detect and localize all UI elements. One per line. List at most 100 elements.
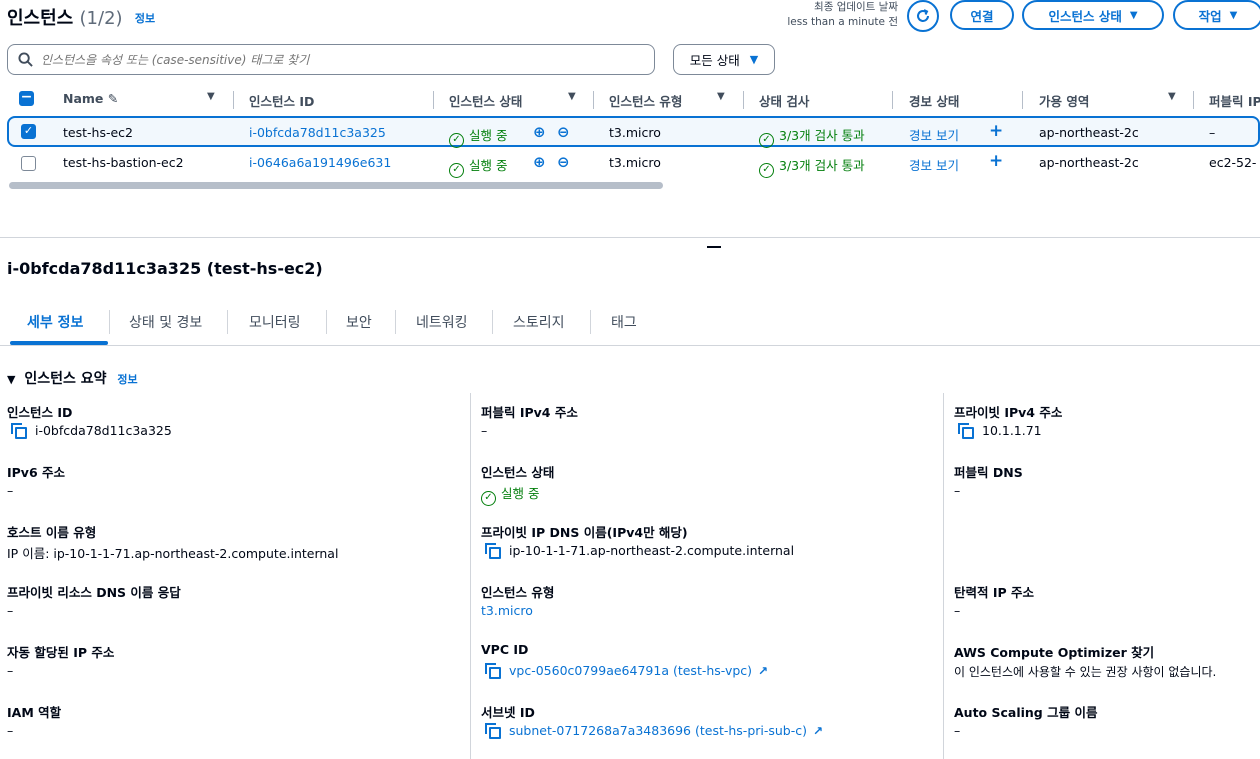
field-label: 프라이빗 IP DNS 이름(IPv4만 해당) [481, 525, 688, 540]
select-all-checkbox[interactable]: − [19, 90, 34, 106]
instance-id-link[interactable]: i-0bfcda78d11c3a325 [249, 125, 386, 140]
horizontal-scrollbar[interactable] [9, 182, 663, 189]
view-alarms-link[interactable]: 경보 보기 [909, 125, 959, 144]
external-link-icon: ↗ [813, 724, 824, 738]
field-value: ip-10-1-1-71.ap-northeast-2.compute.inte… [485, 543, 794, 559]
search-icon [18, 52, 33, 67]
column-header-name[interactable]: Name ✎ [63, 91, 118, 106]
field-label: Auto Scaling 그룹 이름 [954, 705, 1098, 720]
instance-state: ✓ 실행 중 [449, 155, 507, 178]
column-header-public-ipv4[interactable]: 퍼블릭 IPv4 [1209, 91, 1260, 110]
table-header: − Name ✎ ▼ 인스턴스 ID 인스턴스 상태 ▼ 인스턴스 유형 ▼ 상… [0, 84, 1260, 114]
info-link[interactable]: 정보 [117, 373, 137, 386]
column-header-alarm-status[interactable]: 경보 상태 [909, 91, 959, 110]
column-header-instance-state[interactable]: 인스턴스 상태 [449, 91, 522, 110]
field-label: 인스턴스 유형 [481, 585, 555, 600]
row-checkbox[interactable] [21, 156, 36, 171]
check-circle-icon: ✓ [449, 133, 464, 148]
refresh-button[interactable] [907, 0, 939, 32]
field-label: IAM 역할 [7, 705, 62, 720]
field-value: – [7, 483, 14, 498]
field-label: 인스턴스 상태 [481, 465, 555, 480]
tab-networking[interactable]: 네트워킹 [416, 312, 468, 332]
external-link-icon: ↗ [758, 664, 769, 678]
zoom-in-icon[interactable]: ⊕ [533, 153, 546, 171]
view-alarms-link[interactable]: 경보 보기 [909, 155, 959, 174]
sort-icon[interactable]: ▼ [568, 91, 576, 102]
table-row[interactable]: ✓ test-hs-ec2 i-0bfcda78d11c3a325 ✓ 실행 중 … [7, 116, 1260, 148]
field-value: – [954, 723, 961, 738]
tab-tags[interactable]: 태그 [611, 312, 637, 332]
sort-icon[interactable]: ▼ [717, 91, 725, 102]
column-header-status-check[interactable]: 상태 검사 [759, 91, 809, 110]
check-circle-icon: ✓ [449, 163, 464, 178]
search-input[interactable] [41, 52, 641, 67]
field-label: 퍼블릭 DNS [954, 465, 1023, 480]
column-header-instance-type[interactable]: 인스턴스 유형 [609, 91, 682, 110]
zoom-in-icon[interactable]: ⊕ [533, 123, 546, 141]
add-alarm-icon[interactable]: + [989, 121, 1003, 141]
field-label: 인스턴스 ID [7, 405, 73, 420]
instance-state: ✓ 실행 중 [449, 125, 507, 148]
add-alarm-icon[interactable]: + [989, 151, 1003, 171]
field-value: – [7, 603, 14, 618]
column-header-instance-id[interactable]: 인스턴스 ID [249, 91, 314, 110]
caret-down-icon: ▼ [749, 53, 759, 66]
check-circle-icon: ✓ [759, 163, 774, 178]
sort-icon[interactable]: ▼ [207, 91, 215, 102]
tab-status-alarms[interactable]: 상태 및 경보 [129, 312, 202, 332]
status-filter-select[interactable]: 모든 상태 ▼ [673, 44, 775, 75]
copy-icon[interactable] [11, 423, 27, 439]
zoom-out-icon[interactable]: ⊖ [557, 153, 570, 171]
field-value: 이 인스턴스에 사용할 수 있는 권장 사항이 없습니다. [954, 665, 1217, 679]
actions-button[interactable]: 작업 ▼ [1173, 0, 1260, 30]
field-label: 프라이빗 리소스 DNS 이름 응답 [7, 585, 181, 600]
field-value: – [7, 723, 14, 738]
field-value: i-0bfcda78d11c3a325 [11, 423, 172, 439]
field-label: 퍼블릭 IPv4 주소 [481, 405, 578, 420]
detail-title: i-0bfcda78d11c3a325 (test-hs-ec2) [7, 259, 323, 278]
column-header-availability-zone[interactable]: 가용 영역 [1039, 91, 1089, 110]
detail-tabs: 세부 정보 상태 및 경보 모니터링 보안 네트워킹 스토리지 태그 [0, 300, 1260, 346]
search-box[interactable] [7, 44, 655, 75]
copy-icon[interactable] [485, 663, 501, 679]
field-value: 10.1.1.71 [958, 423, 1042, 439]
row-checkbox[interactable]: ✓ [21, 124, 36, 139]
field-label: 호스트 이름 유형 [7, 525, 97, 540]
tab-monitoring[interactable]: 모니터링 [249, 312, 301, 332]
field-value: – [954, 603, 961, 618]
summary-header[interactable]: ▼ 인스턴스 요약 정보 [7, 368, 138, 388]
subnet-id-link[interactable]: subnet-0717268a7a3483696 (test-hs-pri-su… [485, 723, 824, 739]
vpc-id-link[interactable]: vpc-0560c0799ae64791a (test-hs-vpc) ↗ [485, 663, 769, 679]
copy-icon[interactable] [958, 423, 974, 439]
instance-id-link[interactable]: i-0646a6a191496e631 [249, 155, 391, 170]
field-label: IPv6 주소 [7, 465, 66, 480]
table-row[interactable]: test-hs-bastion-ec2 i-0646a6a191496e631 … [0, 148, 1260, 179]
field-label: VPC ID [481, 642, 529, 657]
field-label: 자동 할당된 IP 주소 [7, 645, 115, 660]
copy-icon[interactable] [485, 543, 501, 559]
instance-state-button[interactable]: 인스턴스 상태 ▼ [1022, 0, 1164, 30]
tab-details[interactable]: 세부 정보 [27, 312, 83, 332]
refresh-icon [917, 9, 929, 22]
tab-security[interactable]: 보안 [346, 312, 372, 332]
field-label: 프라이빗 IPv4 주소 [954, 405, 1063, 420]
check-circle-icon: ✓ [481, 491, 496, 506]
split-handle[interactable] [707, 246, 721, 248]
instance-type-link[interactable]: t3.micro [481, 603, 533, 618]
last-updated: 최종 업데이트 날짜 less than a minute 전 [787, 1, 898, 28]
selection-count: (1/2) [79, 8, 123, 29]
copy-icon[interactable] [485, 723, 501, 739]
field-label: AWS Compute Optimizer 찾기 [954, 645, 1155, 660]
page-title: 인스턴스 (1/2) 정보 [7, 8, 156, 29]
tab-storage[interactable]: 스토리지 [513, 312, 565, 332]
connect-button[interactable]: 연결 [950, 0, 1014, 30]
zoom-out-icon[interactable]: ⊖ [557, 123, 570, 141]
sort-icon[interactable]: ▼ [1168, 91, 1176, 102]
field-value: – [7, 663, 14, 678]
status-check: ✓ 3/3개 검사 통과 [759, 155, 865, 178]
status-check: ✓ 3/3개 검사 통과 [759, 125, 865, 148]
field-label: 서브넷 ID [481, 705, 535, 720]
caret-down-icon: ▼ [1129, 9, 1138, 21]
info-link[interactable]: 정보 [135, 12, 155, 25]
